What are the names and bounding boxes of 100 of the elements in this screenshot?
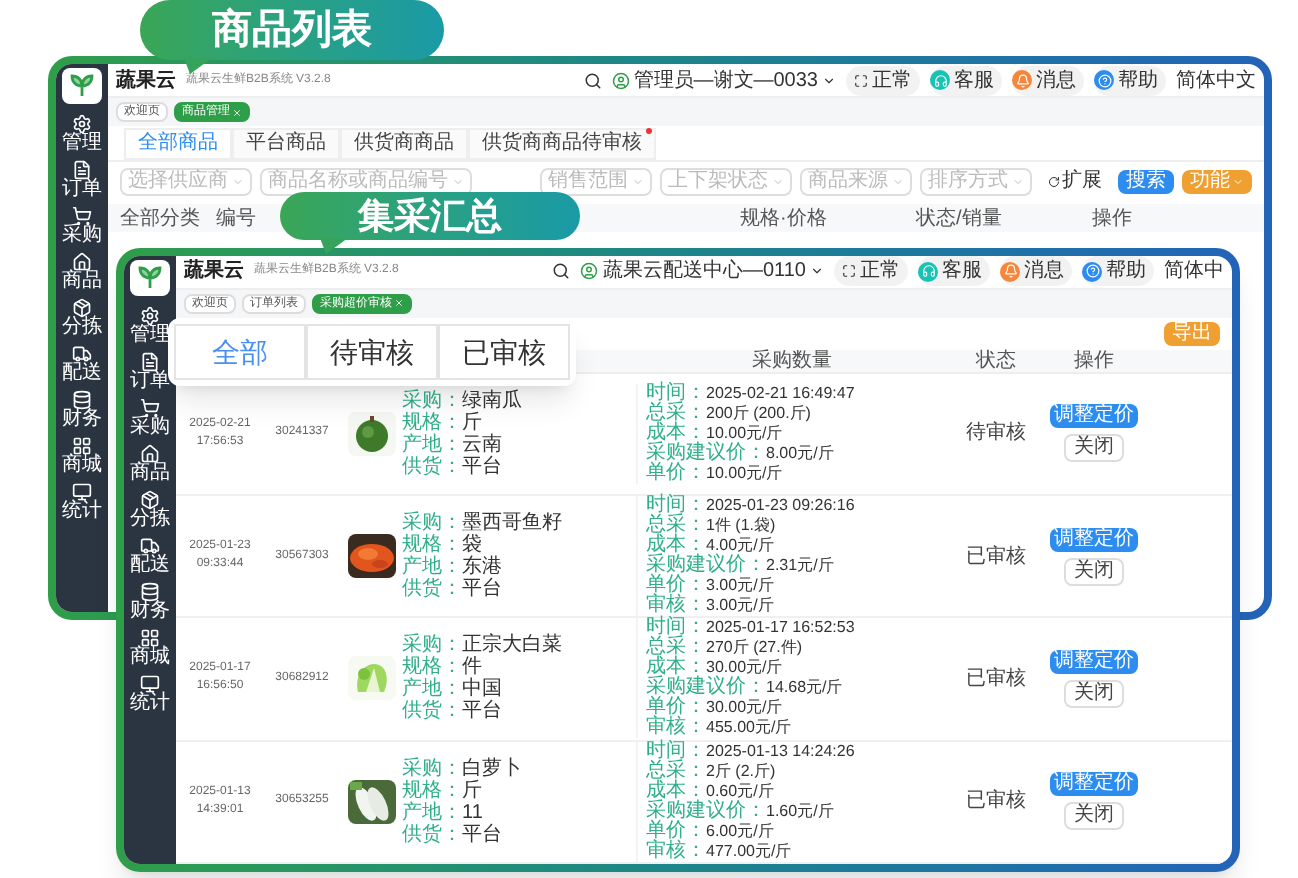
- sidebar-icon: [72, 298, 92, 318]
- sidebar-item[interactable]: 财务: [62, 390, 102, 430]
- filter-tab[interactable]: 已审核: [438, 324, 570, 380]
- sidebar-item[interactable]: 商城: [62, 436, 102, 476]
- refresh-icon: [1048, 176, 1060, 188]
- status-text: 已审核: [964, 665, 1028, 694]
- sidebar-item[interactable]: 统计: [62, 482, 102, 522]
- purchase-detail: 审核：3.00元/斤: [646, 596, 776, 617]
- sidebar-item[interactable]: 采购: [130, 398, 170, 438]
- purchase-detail: 总采：200斤 (200.斤): [646, 403, 813, 424]
- sidebar-item[interactable]: 分拣: [62, 298, 102, 338]
- user-icon: [611, 71, 630, 89]
- tab[interactable]: 供货商商品: [340, 128, 468, 160]
- product-detail: 规格：斤: [402, 779, 484, 802]
- sidebar-item[interactable]: 统计: [130, 674, 170, 714]
- header-action-button[interactable]: 客服: [918, 256, 990, 287]
- column-header: 全部分类: [120, 205, 200, 233]
- search-icon[interactable]: [552, 262, 571, 281]
- product-detail: 采购：正宗大白菜: [402, 634, 562, 657]
- purchase-detail: 采购建议价：14.68元/斤: [646, 678, 845, 699]
- column-header: 操作: [1072, 347, 1116, 376]
- sidebar-icon: [140, 674, 160, 694]
- close-button[interactable]: 关闭: [1064, 679, 1124, 708]
- filter-tab[interactable]: 待审核: [306, 324, 438, 380]
- close-button[interactable]: 关闭: [1064, 802, 1124, 831]
- sidebar-item[interactable]: 财务: [130, 582, 170, 622]
- sidebar-item[interactable]: 商品: [62, 252, 102, 292]
- product-detail: 产地：11: [402, 801, 483, 824]
- sidebar-item[interactable]: 管理: [62, 114, 102, 154]
- sidebar-item[interactable]: 订单: [130, 352, 170, 392]
- product-detail: 规格：袋: [402, 534, 482, 557]
- logo-icon[interactable]: [130, 260, 170, 296]
- callout: 集采汇总: [280, 192, 580, 240]
- sidebar-icon: [140, 582, 160, 602]
- sidebar-item[interactable]: 分拣: [130, 490, 170, 530]
- status-text: 已审核: [964, 543, 1028, 572]
- column-header: 规格·价格: [740, 205, 829, 233]
- callout-pointer: [184, 58, 212, 74]
- language-menu[interactable]: 简体中文: [1176, 65, 1256, 95]
- product-detail: 供货：平台: [402, 700, 504, 723]
- sidebar-item[interactable]: 配送: [62, 344, 102, 384]
- sidebar-item[interactable]: 采购: [62, 206, 102, 246]
- tab[interactable]: 全部商品: [124, 128, 232, 160]
- header-action-button[interactable]: 消息: [1012, 65, 1084, 95]
- caret-icon: [452, 176, 464, 188]
- status-text: 已审核: [964, 787, 1028, 817]
- sidebar-item[interactable]: 订单: [62, 160, 102, 200]
- purchase-detail: 时间：2025-01-13 14:24:26: [646, 741, 857, 762]
- purchase-detail: 审核：455.00元/斤: [646, 718, 794, 739]
- column-header: 状态/销量: [916, 205, 1004, 233]
- user-icon: [580, 262, 599, 281]
- purchase-detail: 采购建议价：8.00元/斤: [646, 443, 836, 464]
- purchase-detail: 单价：6.00元/斤: [646, 821, 776, 842]
- sidebar-icon: [140, 490, 160, 510]
- search-icon[interactable]: [583, 71, 602, 89]
- sidebar-item[interactable]: 配送: [130, 536, 170, 576]
- product-detail: 产地：东港: [402, 556, 504, 579]
- fullscreen-button[interactable]: 正常: [846, 65, 920, 95]
- product-detail: 供货：平台: [402, 455, 504, 478]
- caret-icon: [810, 264, 824, 279]
- purchase-detail: 采购建议价：1.60元/斤: [646, 801, 836, 822]
- header-action-button[interactable]: 客服: [930, 65, 1002, 95]
- sidebar-icon: [140, 536, 160, 556]
- sidebar-icon: [72, 482, 92, 502]
- sidebar-item[interactable]: 管理: [130, 306, 170, 346]
- close-button[interactable]: 关闭: [1064, 434, 1124, 463]
- purchase-detail: 审核：477.00元/斤: [646, 841, 794, 862]
- purchase-detail: 采购建议价：2.31元/斤: [646, 556, 836, 577]
- sidebar-icon: [72, 252, 92, 272]
- sidebar-item[interactable]: 商城: [130, 628, 170, 668]
- purchase-detail: 总采：2斤 (2.斤): [646, 761, 778, 782]
- sidebar-icon: [72, 160, 92, 180]
- user-menu[interactable]: 蔬果云配送中心—0110: [580, 256, 824, 287]
- language-menu[interactable]: 简体中: [1164, 256, 1224, 287]
- product-detail: 产地：中国: [402, 678, 504, 701]
- sidebar-icon: [72, 344, 92, 364]
- product-detail: 规格：斤: [402, 411, 482, 434]
- caret-icon: [822, 73, 836, 87]
- sidebar-item[interactable]: 商品: [130, 444, 170, 484]
- purchase-detail: 单价：10.00元/斤: [646, 463, 785, 484]
- header-action-button[interactable]: 帮助: [1082, 256, 1154, 287]
- product-detail: 采购：白萝卜: [402, 757, 522, 780]
- caret-icon: [1232, 176, 1244, 188]
- sidebar-icon: [72, 390, 92, 410]
- fullscreen-button[interactable]: 正常: [834, 256, 908, 287]
- sidebar-icon: [72, 436, 92, 456]
- close-button[interactable]: 关闭: [1064, 557, 1124, 586]
- caret-icon: [892, 176, 904, 188]
- sidebar-icon: [72, 114, 92, 134]
- fullscreen-icon: [842, 264, 856, 279]
- user-menu[interactable]: 管理员—谢文—0033: [611, 65, 836, 95]
- column-header: 状态: [974, 347, 1018, 376]
- logo-icon[interactable]: [62, 68, 102, 104]
- tab[interactable]: 平台商品: [232, 128, 340, 160]
- header-action-button[interactable]: 帮助: [1094, 65, 1166, 95]
- purchase-detail: 成本：10.00元/斤: [646, 423, 783, 444]
- column-header: 操作: [1092, 205, 1134, 233]
- tab[interactable]: 供货商商品待审核: [468, 128, 656, 160]
- sidebar-icon: [140, 398, 160, 418]
- header-action-button[interactable]: 消息: [1000, 256, 1072, 287]
